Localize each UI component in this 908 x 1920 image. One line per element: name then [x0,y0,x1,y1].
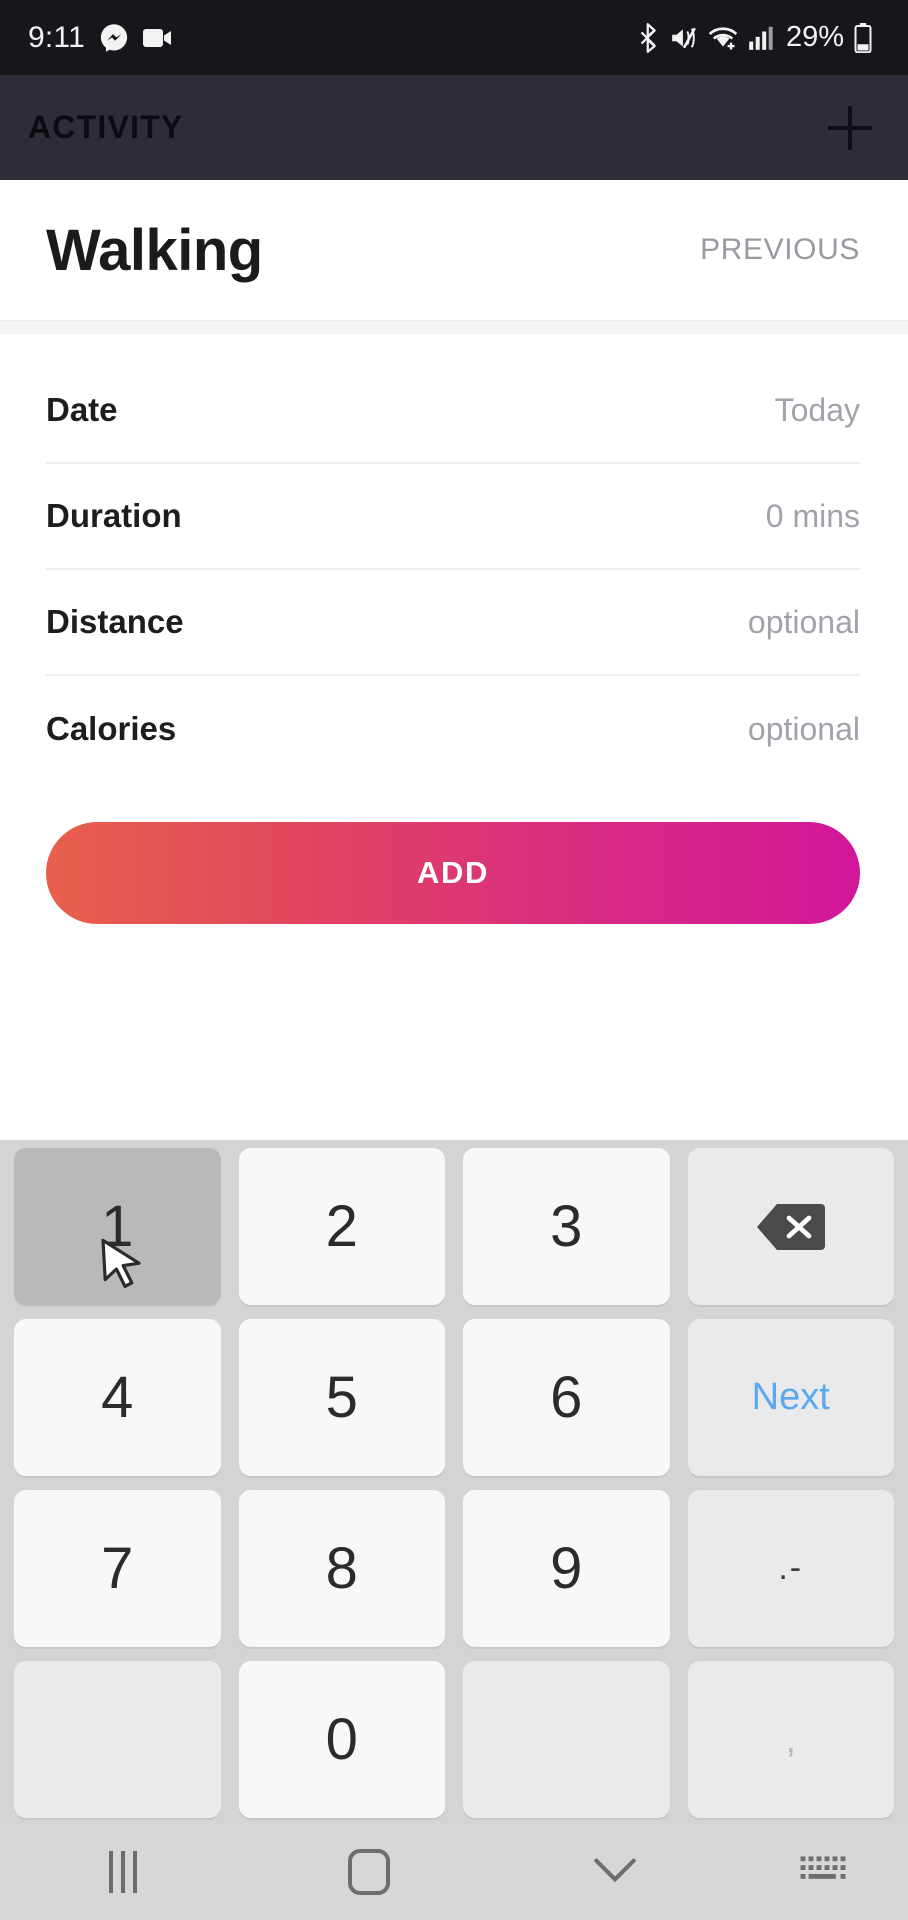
messenger-icon [99,23,129,53]
field-label: Distance [46,603,184,640]
keyboard-row: 1 2 3 [14,1148,894,1305]
field-row-date[interactable]: Date Today [46,358,860,464]
recents-button[interactable] [0,1851,246,1893]
activity-form: Date Today Duration 0 mins Distance opti… [0,334,908,924]
key-7[interactable]: 7 [14,1490,221,1647]
bluetooth-icon [638,22,660,53]
section-divider [0,320,908,334]
backspace-key[interactable] [687,1148,894,1305]
keyboard-row: 4 5 6 Next [14,1319,894,1476]
key-blank-right[interactable] [463,1661,670,1818]
field-label: Date [46,391,118,428]
keyboard-switch-button[interactable] [738,1853,908,1892]
field-row-duration[interactable]: Duration 0 mins [46,464,860,570]
key-0[interactable]: 0 [238,1661,445,1818]
key-8[interactable]: 8 [238,1490,445,1647]
key-next[interactable]: Next [687,1319,894,1476]
key-4[interactable]: 4 [14,1319,221,1476]
signal-icon [748,25,774,51]
previous-button[interactable]: PREVIOUS [700,233,860,267]
field-row-calories[interactable]: Calories optional [46,676,860,782]
keyboard-switch-icon [799,1853,847,1892]
field-value[interactable]: Today [775,392,860,429]
battery-percent-label: 29% [785,21,844,53]
recents-icon [109,1851,137,1893]
activity-title-row: Walking PREVIOUS [0,180,908,320]
video-camera-icon [142,27,173,49]
keyboard-row: 7 8 9 .- [14,1490,894,1647]
home-button[interactable] [246,1849,492,1895]
hide-keyboard-button[interactable] [492,1856,738,1889]
content-filler [0,924,908,1094]
activity-name: Walking [46,217,263,283]
field-value[interactable]: optional [748,711,860,748]
hide-keyboard-chevron-icon [593,1856,637,1889]
mute-icon [670,25,698,51]
field-value[interactable]: 0 mins [766,498,860,535]
field-value[interactable]: optional [748,604,860,641]
system-nav-bar [0,1824,908,1920]
status-bar-clock: 9:11 [28,20,85,54]
key-period-dash[interactable]: .- [687,1490,894,1647]
key-comma[interactable]: , [687,1661,894,1818]
keyboard-rows: 1 2 3 4 5 6 Next 7 8 9 .- 0 , [0,1140,908,1824]
plus-icon[interactable] [822,100,878,156]
phone-screen: 9:11 29% ACTIVITY Walking PREVIOUS Date … [0,0,908,1920]
key-6[interactable]: 6 [463,1319,670,1476]
key-1[interactable]: 1 [14,1148,221,1305]
key-9[interactable]: 9 [463,1490,670,1647]
numeric-keyboard: 1 2 3 4 5 6 Next 7 8 9 .- 0 , [0,1140,908,1920]
key-2[interactable]: 2 [238,1148,445,1305]
home-icon [348,1849,390,1895]
add-button-wrap: ADD [0,782,908,924]
keyboard-row: 0 , [14,1661,894,1818]
add-button[interactable]: ADD [46,822,860,924]
field-label: Calories [46,710,177,747]
wifi-icon [708,25,738,51]
page-title: ACTIVITY [28,109,184,145]
field-row-distance[interactable]: Distance optional [46,570,860,676]
status-bar: 9:11 29% [0,0,908,75]
status-bar-left: 9:11 [28,21,173,55]
key-blank-left[interactable] [14,1661,221,1818]
field-label: Duration [46,497,182,534]
key-3[interactable]: 3 [463,1148,670,1305]
backspace-icon [755,1202,827,1252]
key-5[interactable]: 5 [238,1319,445,1476]
status-bar-right: 29% [638,21,872,54]
battery-icon [854,22,872,53]
app-header: ACTIVITY [0,75,908,180]
